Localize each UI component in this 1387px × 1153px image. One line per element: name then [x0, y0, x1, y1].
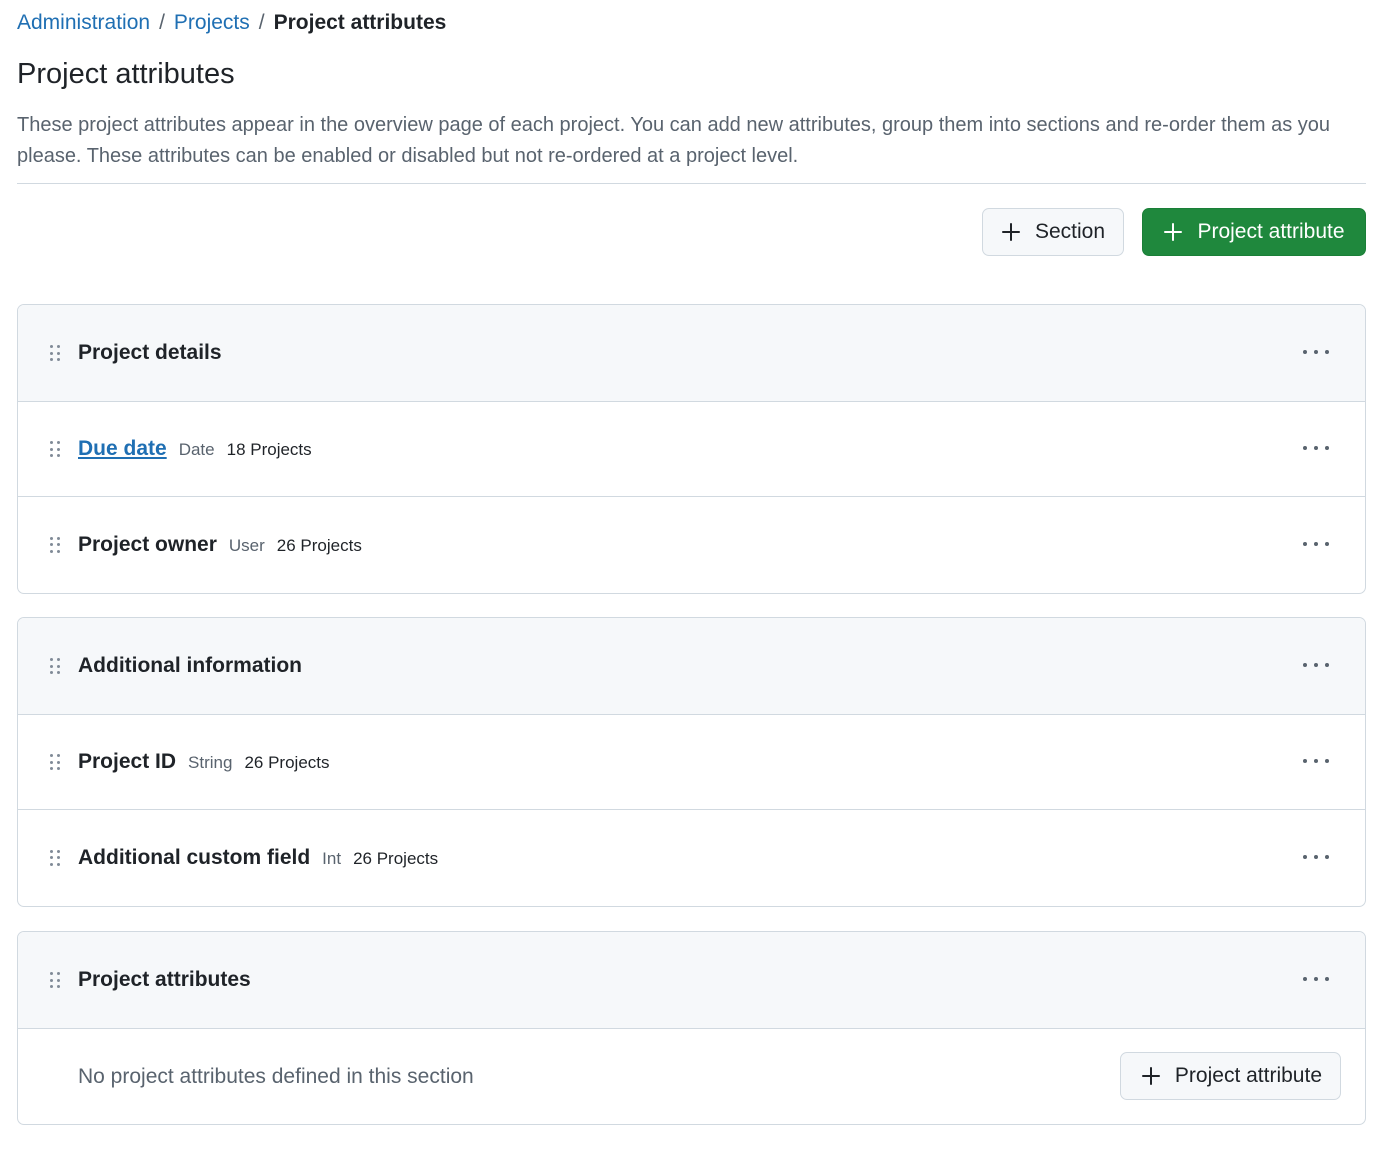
breadcrumb-separator: /: [159, 11, 165, 34]
attribute-name: Additional custom field: [78, 845, 311, 869]
add-section-button[interactable]: Section: [982, 208, 1124, 256]
attribute-project-count: 18 Projects: [226, 440, 312, 459]
attribute-row: Additional custom field Int 26 Projects: [18, 810, 1365, 905]
section-project-attributes: Project attributes No project attributes…: [17, 931, 1366, 1125]
breadcrumb-item-administration[interactable]: Administration: [17, 11, 150, 35]
kebab-horizontal-icon[interactable]: [1303, 759, 1329, 765]
kebab-horizontal-icon[interactable]: [1303, 350, 1329, 356]
grabber-icon[interactable]: [50, 441, 60, 457]
plus-icon: [1141, 1066, 1161, 1086]
add-attribute-to-section-label: Project attribute: [1174, 1064, 1322, 1087]
plus-icon: [1001, 222, 1021, 242]
attribute-project-count: 26 Projects: [244, 753, 330, 772]
attribute-name: Project ID: [78, 750, 177, 773]
grabber-icon[interactable]: [50, 658, 60, 674]
attribute-row: Due date Date 18 Projects: [18, 402, 1365, 497]
section-header: Project details: [18, 305, 1365, 402]
add-project-attribute-label: Project attribute: [1197, 220, 1345, 243]
attribute-project-count: 26 Projects: [353, 848, 439, 868]
grabber-icon[interactable]: [50, 754, 60, 770]
grabber-icon[interactable]: [50, 536, 60, 553]
attribute-name-link[interactable]: Due date: [78, 437, 167, 461]
breadcrumb-separator: /: [258, 11, 265, 34]
kebab-horizontal-icon[interactable]: [1303, 977, 1329, 983]
grabber-icon[interactable]: [50, 849, 60, 866]
section-additional-information: Additional information Project ID String…: [17, 617, 1366, 907]
attribute-row: Project ID String 26 Projects: [18, 715, 1365, 810]
section-title: Additional information: [78, 654, 302, 677]
header-divider: [17, 183, 1366, 184]
grabber-icon[interactable]: [50, 972, 60, 988]
attribute-project-count: 26 Projects: [276, 535, 362, 555]
add-section-label: Section: [1034, 220, 1106, 243]
plus-icon: [1163, 222, 1183, 242]
empty-section-row: No project attributes defined in this se…: [18, 1029, 1365, 1124]
attribute-type: Date: [178, 440, 215, 459]
kebab-horizontal-icon[interactable]: [1303, 446, 1329, 452]
attribute-type: User: [228, 535, 265, 555]
kebab-horizontal-icon[interactable]: [1303, 663, 1329, 669]
empty-section-text: No project attributes defined in this se…: [78, 1064, 474, 1088]
breadcrumb: Administration / Projects / Project attr…: [17, 11, 446, 35]
add-project-attribute-button[interactable]: Project attribute: [1142, 208, 1366, 256]
section-title: Project details: [78, 341, 222, 364]
grabber-icon[interactable]: [50, 345, 60, 361]
page-description: These project attributes appear in the o…: [17, 114, 1331, 167]
attribute-row: Project owner User 26 Projects: [18, 497, 1365, 592]
section-header: Additional information: [18, 618, 1365, 715]
kebab-horizontal-icon[interactable]: [1303, 541, 1329, 548]
section-title: Project attributes: [78, 968, 251, 991]
attribute-type: String: [188, 753, 233, 772]
breadcrumb-item-projects[interactable]: Projects: [174, 11, 250, 35]
section-header: Project attributes: [18, 932, 1365, 1029]
section-project-details: Project details Due date Date 18 Project…: [17, 304, 1366, 594]
breadcrumb-current: Project attributes: [273, 11, 447, 34]
page-title: Project attributes: [17, 58, 235, 90]
add-attribute-to-section-button[interactable]: Project attribute: [1119, 1052, 1341, 1100]
attribute-name: Project owner: [78, 532, 217, 556]
kebab-horizontal-icon[interactable]: [1303, 854, 1329, 861]
attribute-type: Int: [322, 848, 342, 868]
